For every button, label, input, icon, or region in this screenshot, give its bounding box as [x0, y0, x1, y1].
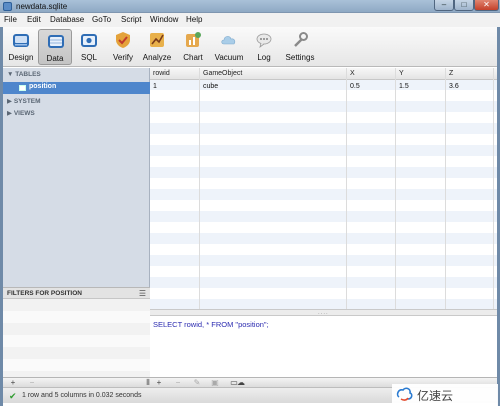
sql-semicolon: ;	[266, 320, 269, 329]
table-cell-y[interactable]: 1.5	[399, 83, 409, 90]
tree-item-label: position	[29, 83, 57, 90]
remove-filter-button[interactable]: −	[25, 378, 39, 387]
column-header-y[interactable]: Y	[399, 70, 404, 77]
table-cell-x[interactable]: 0.5	[350, 83, 360, 90]
log-icon	[256, 33, 272, 48]
menu-help[interactable]: Help	[186, 15, 202, 24]
settings-button[interactable]: Settings	[283, 29, 317, 65]
filters-menu-icon[interactable]: ☰	[139, 289, 146, 298]
design-icon	[13, 34, 29, 47]
table-icon	[19, 85, 26, 91]
close-button[interactable]: ✕	[474, 0, 499, 11]
vacuum-button[interactable]: Vacuum	[212, 29, 246, 65]
menu-edit[interactable]: Edit	[27, 15, 41, 24]
column-divider	[346, 68, 347, 309]
verify-button[interactable]: Verify	[106, 29, 140, 65]
sql-table-name: "position"	[235, 320, 267, 329]
watermark-logo-icon	[396, 387, 413, 401]
sql-keyword-from: FROM	[211, 320, 234, 329]
export-icon[interactable]: ▣	[208, 378, 222, 387]
column-divider	[199, 68, 200, 309]
settings-label: Settings	[285, 53, 315, 62]
toolbar: Design Data SQL Verify Analyze Chart Vac…	[0, 27, 500, 67]
checkmark-icon: ✔	[9, 391, 17, 401]
menu-window[interactable]: Window	[150, 15, 178, 24]
table-cell-z[interactable]: 3.6	[449, 83, 459, 90]
sidebar: ▼ TABLES position ▶ SYSTEM ▶ VIEWS	[3, 68, 150, 287]
maximize-button[interactable]: □	[454, 0, 474, 11]
watermark: 亿速云	[392, 384, 498, 406]
pane-splitter[interactable]: ....	[150, 309, 497, 316]
analyze-icon	[150, 33, 164, 47]
filters-header: FILTERS FOR POSITION ☰	[3, 287, 150, 299]
analyze-button[interactable]: Analyze	[140, 29, 174, 65]
vacuum-icon	[221, 36, 236, 45]
log-button[interactable]: Log	[247, 29, 281, 65]
tree-section-views[interactable]: ▶ VIEWS	[7, 109, 35, 117]
settings-icon	[294, 32, 308, 47]
sql-keyword-select: SELECT	[153, 320, 183, 329]
sql-columns: rowid, *	[182, 320, 212, 329]
watermark-text: 亿速云	[417, 389, 454, 403]
tree-item-position[interactable]: position	[3, 82, 150, 94]
table-cell-gameobject[interactable]: cube	[203, 83, 218, 90]
column-header-x[interactable]: X	[350, 70, 355, 77]
tree-section-tables[interactable]: ▼ TABLES	[7, 71, 41, 78]
cloud-upload-icon[interactable]: ☁	[234, 378, 248, 387]
filters-title: FILTERS FOR POSITION	[7, 290, 82, 297]
filters-list[interactable]	[3, 299, 150, 377]
sql-button[interactable]: SQL	[72, 29, 106, 65]
menu-bar: File Edit Database GoTo Script Window He…	[0, 13, 500, 27]
sql-icon	[81, 34, 97, 47]
column-divider	[493, 68, 494, 309]
chart-button[interactable]: Chart	[176, 29, 210, 65]
menu-database[interactable]: Database	[50, 15, 84, 24]
status-text: 1 row and 5 columns in 0.032 seconds	[22, 392, 142, 399]
views-label: VIEWS	[13, 110, 35, 117]
add-row-button[interactable]: +	[152, 378, 166, 387]
menu-file[interactable]: File	[4, 15, 17, 24]
column-divider	[445, 68, 446, 309]
data-button[interactable]: Data	[38, 29, 72, 65]
remove-row-button[interactable]: −	[171, 378, 185, 387]
system-label: SYSTEM	[13, 98, 41, 105]
column-header-rowid[interactable]: rowid	[153, 70, 170, 77]
sql-editor[interactable]: SELECT rowid, * FROM "position";	[150, 316, 497, 377]
column-header-z[interactable]: Z	[449, 70, 453, 77]
tree-section-system[interactable]: ▶ SYSTEM	[7, 97, 41, 105]
column-header-gameobject[interactable]: GameObject	[203, 70, 242, 77]
data-grid[interactable]: rowid GameObject X Y Z 1 cube 0.5 1.5 3.…	[150, 68, 497, 309]
title-bar: newdata.sqlite – □ ✕	[0, 0, 500, 13]
menu-script[interactable]: Script	[121, 15, 141, 24]
sql-text: SELECT rowid, * FROM "position";	[153, 320, 269, 329]
menu-goto[interactable]: GoTo	[92, 15, 111, 24]
add-filter-button[interactable]: +	[6, 378, 20, 387]
column-divider	[395, 68, 396, 309]
edit-row-icon[interactable]: ✎	[190, 378, 204, 387]
minimize-button[interactable]: –	[434, 0, 454, 11]
tables-label: TABLES	[15, 71, 41, 78]
verify-icon	[116, 32, 130, 48]
chart-icon	[186, 32, 201, 47]
window-title: newdata.sqlite	[16, 2, 68, 11]
data-icon	[48, 35, 64, 48]
design-button[interactable]: Design	[4, 29, 38, 65]
app-icon	[3, 2, 12, 11]
table-cell-rowid[interactable]: 1	[153, 83, 157, 90]
